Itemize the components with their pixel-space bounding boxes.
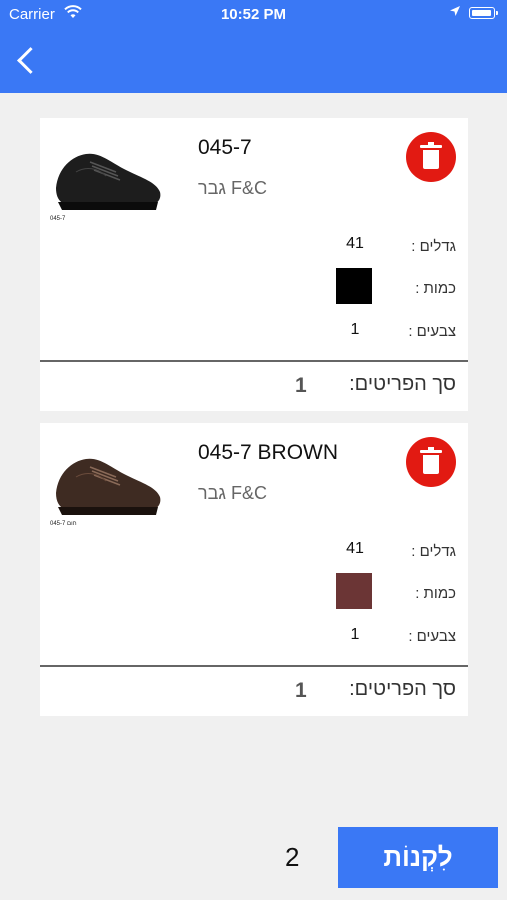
nav-bar: Carrier 10:52 PM [0,0,507,93]
product-brand: גבר F&C [198,178,268,198]
divider [40,665,468,667]
cart-item: 045-7 045-7 גבר F&C 41 גדלים : כמות : 1 … [40,118,468,411]
trash-icon [420,142,442,169]
delete-button[interactable] [406,437,456,487]
product-model: 045-7 [198,136,252,159]
chevron-left-icon [16,46,44,74]
clock: 10:52 PM [220,6,287,23]
divider [40,360,468,362]
shoe-image: 045-7 [50,153,161,222]
image-caption: 045-7 [50,216,66,222]
colors-label: צבעים : [408,628,456,645]
buy-button[interactable]: לִקְנוֹת [338,827,498,888]
size-value: 41 [346,235,364,252]
product-image[interactable]: 045-7 חום [40,423,175,533]
size-value: 41 [346,540,364,557]
colors-value: 1 [350,321,360,338]
location-icon [449,5,461,20]
trash-icon [420,447,442,474]
product-model: 045-7 BROWN [198,441,339,464]
total-items-label: סך הפריטים: [349,373,456,395]
total-items-value: 1 [295,679,307,702]
size-label: גדלים : [411,238,456,255]
size-label: גדלים : [411,543,456,560]
total-items-label: סך הפריטים: [349,678,456,700]
product-image[interactable]: 045-7 [40,118,175,228]
back-button[interactable] [8,40,44,80]
total-items-value: 1 [295,374,307,397]
cart-count: 2 [285,842,300,872]
colors-value: 1 [350,626,360,643]
color-swatch[interactable] [336,268,372,304]
image-caption: 045-7 חום [50,521,77,527]
delete-button[interactable] [406,132,456,182]
product-brand: גבר F&C [198,483,268,503]
shoe-image: 045-7 חום [50,458,161,527]
colors-label: צבעים : [408,323,456,340]
quantity-label: כמות : [415,280,456,297]
status-bar: Carrier 10:52 PM [0,0,507,28]
battery-icon [469,7,498,19]
quantity-label: כמות : [415,585,456,602]
color-swatch[interactable] [336,573,372,609]
cart-item: 045-7 חום 045-7 BROWN גבר F&C 41 גדלים :… [40,423,468,716]
